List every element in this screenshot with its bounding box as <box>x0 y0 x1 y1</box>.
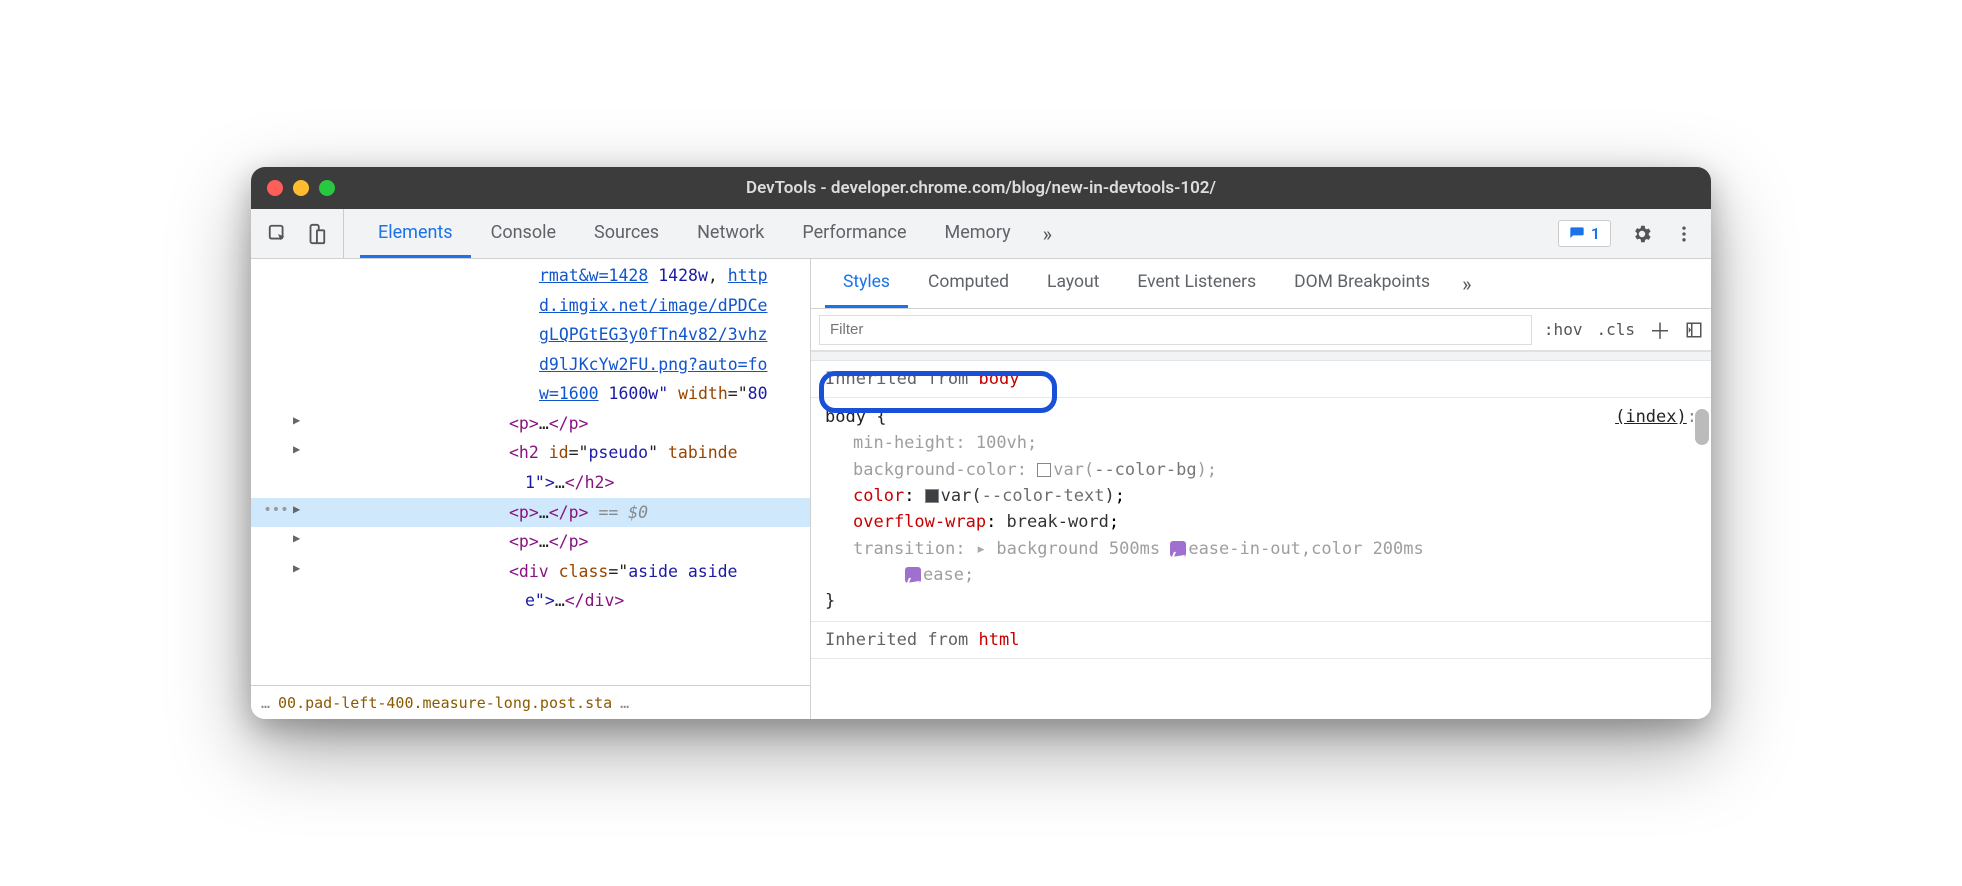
css-rule[interactable]: body { (index): min-height: 100vh; backg… <box>811 398 1711 621</box>
inherited-header[interactable]: Inherited from body <box>811 361 1711 398</box>
tab-elements[interactable]: Elements <box>360 209 471 258</box>
main-toolbar: Elements Console Sources Network Perform… <box>251 209 1711 259</box>
rendering-toggle-icon[interactable] <box>1685 321 1703 339</box>
dom-node-h2[interactable]: ▶<h2 id="pseudo" tabinde <box>251 438 810 468</box>
tab-network[interactable]: Network <box>679 209 782 258</box>
close-icon[interactable] <box>267 180 283 196</box>
expand-arrow-icon[interactable]: ▶ <box>293 440 309 459</box>
panel-body: rmat&w=1428 1428w, http d.imgix.net/imag… <box>251 259 1711 719</box>
tab-console[interactable]: Console <box>473 209 574 258</box>
section-separator <box>811 351 1711 361</box>
device-toggle-icon[interactable] <box>305 223 327 245</box>
dom-node-selected[interactable]: •••▶<p>…</p> == $0 <box>251 498 810 528</box>
dom-url-frag[interactable]: d9lJKcYw2FU.png?auto=fo <box>539 355 767 374</box>
bezier-icon[interactable] <box>1170 541 1186 557</box>
tab-performance[interactable]: Performance <box>784 209 924 258</box>
toolbar-right: 1 <box>1550 220 1695 247</box>
row-actions-icon[interactable]: ••• <box>259 500 293 522</box>
hov-toggle[interactable]: :hov <box>1544 320 1583 339</box>
expand-arrow-icon[interactable]: ▶ <box>293 529 309 548</box>
css-selector[interactable]: body <box>825 407 866 427</box>
toolbar-left-icons <box>267 209 344 258</box>
kebab-icon[interactable] <box>1673 223 1695 245</box>
css-declaration-cont[interactable]: ease; <box>825 562 1697 588</box>
styles-filter-input[interactable] <box>819 315 1532 345</box>
tab-sources[interactable]: Sources <box>576 209 677 258</box>
dom-url-frag[interactable]: rmat&w=1428 <box>539 266 648 285</box>
css-declaration[interactable]: color: var(--color-text); <box>825 483 1697 509</box>
breadcrumb-ellipsis: … <box>620 694 629 712</box>
css-declaration[interactable]: overflow-wrap: break-word; <box>825 509 1697 535</box>
minimize-icon[interactable] <box>293 180 309 196</box>
dom-url-frag[interactable]: http <box>728 266 768 285</box>
source-link[interactable]: (index) <box>1615 407 1687 427</box>
window-title: DevTools - developer.chrome.com/blog/new… <box>746 178 1216 198</box>
sidebar-tabs: Styles Computed Layout Event Listeners D… <box>811 259 1711 309</box>
traffic-lights <box>267 180 335 196</box>
dom-tree[interactable]: rmat&w=1428 1428w, http d.imgix.net/imag… <box>251 259 810 685</box>
dom-node-div[interactable]: ▶<div class="aside aside <box>251 557 810 587</box>
inherited-header[interactable]: Inherited from html <box>811 621 1711 659</box>
panel-tabs: Elements Console Sources Network Perform… <box>352 209 1542 258</box>
new-rule-icon[interactable]: ＋ <box>1649 314 1671 346</box>
bezier-icon[interactable] <box>905 567 921 583</box>
settings-icon[interactable] <box>1631 223 1653 245</box>
cls-toggle[interactable]: .cls <box>1596 320 1635 339</box>
issues-badge[interactable]: 1 <box>1558 220 1611 247</box>
expand-arrow-icon[interactable]: ▶ <box>293 411 309 430</box>
tabs-overflow-icon[interactable]: » <box>1031 222 1064 246</box>
dom-url-frag[interactable]: w=1600 <box>539 384 599 403</box>
tab-memory[interactable]: Memory <box>927 209 1029 258</box>
css-declaration[interactable]: background-color: var(--color-bg); <box>825 457 1697 483</box>
elements-panel: rmat&w=1428 1428w, http d.imgix.net/imag… <box>251 259 811 719</box>
titlebar: DevTools - developer.chrome.com/blog/new… <box>251 167 1711 209</box>
css-declaration[interactable]: min-height: 100vh; <box>825 430 1697 456</box>
devtools-window: DevTools - developer.chrome.com/blog/new… <box>251 167 1711 719</box>
dom-node-p[interactable]: ▶<p>…</p> <box>251 409 810 439</box>
breadcrumb[interactable]: … 00.pad-left-400.measure-long.post.sta … <box>251 685 810 719</box>
styles-pane[interactable]: Inherited from body body { (index): min-… <box>811 351 1711 719</box>
tab-event-listeners[interactable]: Event Listeners <box>1119 259 1274 308</box>
tab-dom-breakpoints[interactable]: DOM Breakpoints <box>1276 259 1448 308</box>
dom-url-frag[interactable]: d.imgix.net/image/dPDCe <box>539 296 767 315</box>
css-declaration[interactable]: transition: ▸ background 500ms ease-in-o… <box>825 536 1697 562</box>
styles-sidebar: Styles Computed Layout Event Listeners D… <box>811 259 1711 719</box>
scrollbar-thumb[interactable] <box>1695 409 1709 445</box>
issues-count: 1 <box>1591 224 1600 243</box>
color-swatch-icon[interactable] <box>1037 463 1051 477</box>
inspect-icon[interactable] <box>267 223 289 245</box>
tab-styles[interactable]: Styles <box>825 259 908 308</box>
sidebar-tabs-overflow-icon[interactable]: » <box>1450 272 1483 296</box>
color-swatch-icon[interactable] <box>925 489 939 503</box>
breadcrumb-path[interactable]: 00.pad-left-400.measure-long.post.sta <box>278 694 612 712</box>
maximize-icon[interactable] <box>319 180 335 196</box>
tab-computed[interactable]: Computed <box>910 259 1027 308</box>
styles-filter-bar: :hov .cls ＋ <box>811 309 1711 351</box>
expand-arrow-icon[interactable]: ▶ <box>293 559 309 578</box>
expand-arrow-icon[interactable]: ▶ <box>293 500 309 519</box>
breadcrumb-ellipsis: … <box>261 694 270 712</box>
dom-node-p[interactable]: ▶<p>…</p> <box>251 527 810 557</box>
dom-url-frag[interactable]: gLQPGtEG3y0fTn4v82/3vhz <box>539 325 767 344</box>
tab-layout[interactable]: Layout <box>1029 259 1117 308</box>
